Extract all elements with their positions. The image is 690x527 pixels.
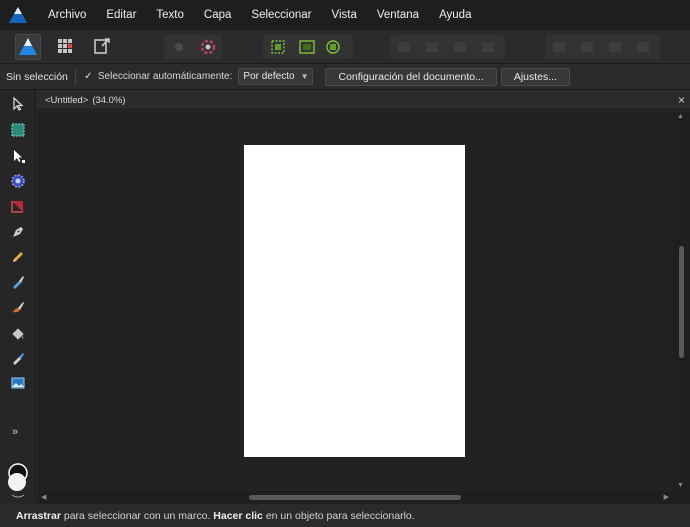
auto-select-value: Por defecto [243,71,295,82]
export-persona-button[interactable] [90,34,116,60]
document-tab-bar: <Untitled> (34.0%) × [37,90,690,110]
auto-select-dropdown[interactable]: Por defecto ▼ [238,68,314,85]
auto-select-checkbox[interactable]: ✓ [83,71,94,82]
artboard-icon [11,123,25,137]
corner-gear-icon [11,174,25,188]
transparency-tool[interactable] [8,348,28,368]
vertical-scrollbar[interactable]: ▲ ▼ [673,111,690,491]
status-drag-hint: Arrastrar [16,509,61,522]
selection-tools-group [263,35,353,59]
status-click-hint: Hacer clic [213,509,263,522]
pen-tool[interactable] [8,222,28,242]
snapping-group [164,35,222,59]
pen-nib-icon [13,227,23,237]
color-well[interactable] [7,462,29,502]
tools-panel: » [0,90,36,504]
export-persona-icon [94,38,110,54]
scroll-up-icon[interactable]: ▲ [677,113,684,120]
pointer-arrow-icon [13,96,24,111]
artboard-tool[interactable] [8,120,28,140]
expand-tools-icon[interactable]: » [12,426,18,438]
swap-colors-icon [11,494,25,498]
image-icon [11,377,25,389]
paint-brush-tool[interactable] [8,297,28,317]
artboard-page[interactable] [244,145,465,457]
context-toolbar: Sin selección ✓ Seleccionar automáticame… [0,64,690,90]
crop-icon [11,201,23,213]
menu-editar[interactable]: Editar [96,0,146,30]
canvas[interactable] [37,111,673,491]
document-tab[interactable]: <Untitled> (34.0%) [37,90,134,110]
view-mode-icon [175,43,183,51]
preferences-button[interactable]: Ajustes... [500,67,571,86]
pencil-icon [13,252,23,262]
menu-texto[interactable]: Texto [146,0,194,30]
node-tool[interactable] [8,146,28,166]
vector-brush-tool[interactable] [8,272,28,292]
menu-capa[interactable]: Capa [194,0,242,30]
fill-tool[interactable] [8,323,28,343]
move-tool[interactable] [8,94,28,114]
designer-persona-button[interactable] [15,34,41,60]
scroll-left-icon[interactable]: ◀ [41,493,46,501]
paint-brush-icon [13,302,24,313]
menu-seleccionar[interactable]: Seleccionar [241,0,321,30]
paint-bucket-icon [12,328,24,340]
menu-ayuda[interactable]: Ayuda [429,0,481,30]
pixel-persona-icon [58,39,72,53]
auto-select-label: Seleccionar automáticamente: [97,71,233,82]
transparency-icon [13,353,24,365]
zoom-level: (34.0%) [92,94,126,106]
place-image-tool[interactable] [8,373,28,393]
fill-color-icon [8,473,26,491]
menu-ventana[interactable]: Ventana [367,0,429,30]
close-icon[interactable]: × [678,92,685,108]
vertical-scroll-thumb[interactable] [679,246,684,358]
status-drag-text: para seleccionar con un marco. [60,509,214,522]
pencil-tool[interactable] [8,247,28,267]
selection-status-label: Sin selección [6,70,68,83]
pixel-persona-button[interactable] [53,34,79,60]
document-title: <Untitled> [45,94,89,106]
node-arrow-icon [14,150,25,163]
arrange-tools-group [390,35,505,59]
align-tools-group [545,35,660,59]
horizontal-scroll-thumb[interactable] [249,495,461,500]
scroll-right-icon[interactable]: ▶ [664,493,669,501]
vector-crop-tool[interactable] [8,196,28,216]
menu-bar: Archivo Editar Texto Capa Seleccionar Vi… [0,0,690,30]
divider [74,68,76,85]
scroll-down-icon[interactable]: ▼ [677,482,684,489]
menu-archivo[interactable]: Archivo [38,0,96,30]
designer-persona-icon [19,38,37,55]
corner-tool[interactable] [8,171,28,191]
status-bar: Arrastrar para seleccionar con un marco.… [0,504,690,527]
brush-icon [13,276,24,289]
document-setup-button[interactable]: Configuración del documento... [325,67,497,86]
menu-vista[interactable]: Vista [322,0,367,30]
toolbar [0,30,690,64]
status-click-text: en un objeto para seleccionarlo. [262,509,415,522]
scroll-corner [673,491,690,504]
chevron-down-icon: ▼ [300,72,309,81]
horizontal-scrollbar[interactable]: ◀ ▶ [37,491,673,504]
affinity-designer-logo-icon [8,6,28,24]
